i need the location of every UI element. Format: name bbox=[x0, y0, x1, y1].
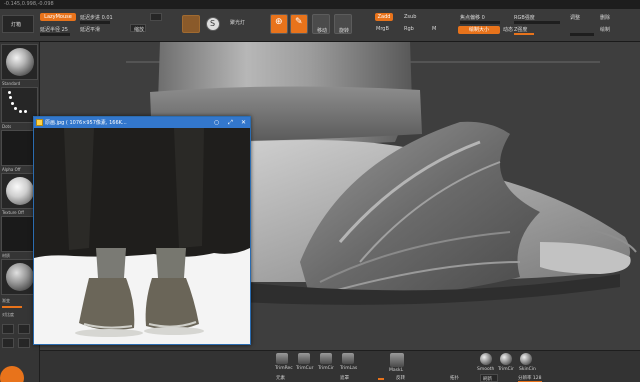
contrast-label: 对比度 bbox=[2, 312, 14, 317]
brush-slot[interactable] bbox=[1, 44, 38, 80]
slider-track bbox=[460, 21, 500, 24]
image-viewer-title: 原画.jpg ( 1076×957像素, 166K... bbox=[45, 120, 127, 126]
swatch-a[interactable] bbox=[2, 324, 14, 334]
swatch-d[interactable] bbox=[18, 338, 30, 348]
move-mode-button[interactable]: 移动 bbox=[312, 14, 330, 34]
image-viewer-titlebar[interactable]: 原画.jpg ( 1076×957像素, 166K... ○ ⤢ ✕ bbox=[34, 117, 250, 128]
texture-slot-icon[interactable] bbox=[182, 15, 200, 33]
zbrush-app: -0.145,0.998,-0.098 灯箱 LazyMouse 延迟步进 0.… bbox=[0, 0, 640, 382]
slider-track bbox=[514, 21, 560, 24]
edit-glyph: ⊕ bbox=[275, 17, 283, 27]
lazy-radius-slider[interactable]: 延迟半径 25 bbox=[40, 26, 68, 33]
brush-trimcir-label: TrimCir bbox=[318, 366, 334, 371]
window-close-button[interactable]: ✕ bbox=[239, 118, 248, 127]
stroke-label: Dots bbox=[2, 124, 12, 129]
trimcircle-brush-icon[interactable] bbox=[320, 353, 332, 364]
coords-readout: -0.145,0.998,-0.098 bbox=[4, 1, 54, 7]
brush-trimcur-label: TrimCur bbox=[296, 366, 314, 371]
zadd-button[interactable]: Zadd bbox=[375, 13, 393, 21]
stroke-dot bbox=[19, 110, 22, 113]
color-picker-button[interactable] bbox=[0, 366, 24, 382]
smooth-label: Smooth bbox=[477, 367, 495, 372]
status-strip: -0.145,0.998,-0.098 bbox=[0, 0, 640, 9]
scale-field[interactable]: 缩放 bbox=[130, 24, 146, 33]
toolbar: 灯箱 LazyMouse 延迟步进 0.01 延迟半径 25 延迟平滑 缩放 S… bbox=[0, 9, 640, 42]
draw-size-slider[interactable]: 绘制大小 bbox=[458, 26, 500, 34]
reference-image-art bbox=[34, 128, 250, 344]
skincin-label: SkinCin bbox=[519, 367, 536, 372]
focal-shift-slider[interactable]: 焦点偏移 0 bbox=[460, 14, 485, 21]
stroke-dot bbox=[14, 107, 17, 110]
rgb-button[interactable]: Rgb bbox=[404, 26, 414, 32]
lazymouse-toggle[interactable]: LazyMouse bbox=[40, 13, 76, 21]
trimrect-brush-icon[interactable] bbox=[276, 353, 288, 364]
bottom-label-a: 元素 bbox=[276, 376, 285, 381]
brush-preview-icon bbox=[6, 48, 34, 76]
mask-label: MaskL bbox=[389, 368, 404, 373]
lightbox-label: 灯箱 bbox=[11, 22, 22, 28]
right-button-a[interactable]: 调整 bbox=[570, 14, 580, 21]
z-intensity-slider[interactable]: Z强度 bbox=[514, 26, 527, 33]
bottom-shelf: TrimRec TrimCur TrimCir TrimLas 元素 遮罩 Ma… bbox=[40, 350, 640, 382]
mask-lasso-icon[interactable] bbox=[390, 353, 404, 367]
shelf-indicator bbox=[378, 378, 384, 380]
dynamic-toggle[interactable]: 动态 bbox=[503, 26, 513, 33]
draw-glyph: ✎ bbox=[295, 17, 303, 27]
move-label: 移动 bbox=[317, 28, 328, 34]
right-button-b[interactable]: 删除 bbox=[600, 14, 610, 21]
skin-brush-icon[interactable] bbox=[520, 353, 532, 365]
rotate-label: 旋转 bbox=[339, 28, 350, 34]
reference-image bbox=[34, 128, 250, 344]
alpha-label: Alpha Off bbox=[2, 167, 21, 172]
brush-trimlas-label: TrimLas bbox=[340, 366, 358, 371]
stroke-dot bbox=[9, 96, 12, 99]
image-viewer-window[interactable]: 原画.jpg ( 1076×957像素, 166K... ○ ⤢ ✕ bbox=[33, 116, 251, 345]
lazy-step-slider[interactable]: 延迟步进 0.01 bbox=[80, 14, 113, 21]
texture-preview-icon bbox=[6, 177, 34, 205]
slider-track bbox=[40, 33, 70, 36]
refresh-label: 刷新 bbox=[483, 377, 492, 382]
spotlight-icon[interactable]: S bbox=[206, 17, 220, 31]
brush-label: Standard bbox=[2, 81, 21, 86]
smooth-brush-icon[interactable] bbox=[480, 353, 492, 365]
gradient-indicator bbox=[2, 306, 22, 308]
m-button[interactable]: M bbox=[432, 26, 436, 32]
texture-label: Texture Off bbox=[2, 210, 24, 215]
slider-track bbox=[80, 21, 110, 24]
stroke-dot bbox=[11, 102, 14, 105]
small-icon-1[interactable] bbox=[150, 13, 162, 21]
slider-track bbox=[570, 33, 594, 36]
edit-mode-button[interactable]: ⊕ bbox=[270, 14, 288, 34]
trimlasso-brush-icon[interactable] bbox=[342, 353, 354, 364]
scale-label: 缩放 bbox=[134, 27, 145, 33]
mrgb-button[interactable]: MrgB bbox=[376, 26, 389, 32]
image-file-icon bbox=[36, 119, 43, 126]
gradient-label: 渐变 bbox=[2, 298, 10, 303]
right-button-c[interactable]: 绘制 bbox=[600, 26, 610, 33]
swatch-b[interactable] bbox=[18, 324, 30, 334]
draw-mode-button[interactable]: ✎ bbox=[290, 14, 308, 34]
trimcir-smooth-label: TrimCir bbox=[498, 367, 514, 372]
brush-trimrec-label: TrimRec bbox=[275, 366, 293, 371]
rotate-mode-button[interactable]: 旋转 bbox=[334, 14, 352, 34]
rgb-intensity-slider[interactable]: RGB强度 bbox=[514, 14, 535, 21]
bottom-label-d: 拓扑 bbox=[450, 376, 459, 381]
trimcurve-brush-icon[interactable] bbox=[298, 353, 310, 364]
material-sphere-icon bbox=[6, 263, 34, 291]
swatch-c[interactable] bbox=[2, 338, 14, 348]
slider-fill bbox=[514, 33, 534, 35]
spotlight-label: 聚光灯 bbox=[230, 20, 246, 26]
zsub-button[interactable]: Zsub bbox=[404, 14, 416, 20]
window-expand-button[interactable]: ⤢ bbox=[226, 118, 235, 127]
window-restore-button[interactable]: ○ bbox=[212, 118, 221, 127]
stroke-dot bbox=[24, 110, 27, 113]
lazy-smooth-slider[interactable]: 延迟平滑 bbox=[80, 26, 100, 33]
lightbox-button[interactable]: 灯箱 bbox=[2, 15, 34, 33]
stroke-dot bbox=[8, 91, 11, 94]
bottom-label-b: 遮罩 bbox=[340, 376, 349, 381]
trimcircle-smooth-icon[interactable] bbox=[500, 353, 512, 365]
bottom-label-c: 反转 bbox=[396, 376, 405, 381]
refresh-button[interactable]: 刷新 bbox=[480, 374, 498, 382]
spotlight-glyph: S bbox=[210, 19, 216, 28]
